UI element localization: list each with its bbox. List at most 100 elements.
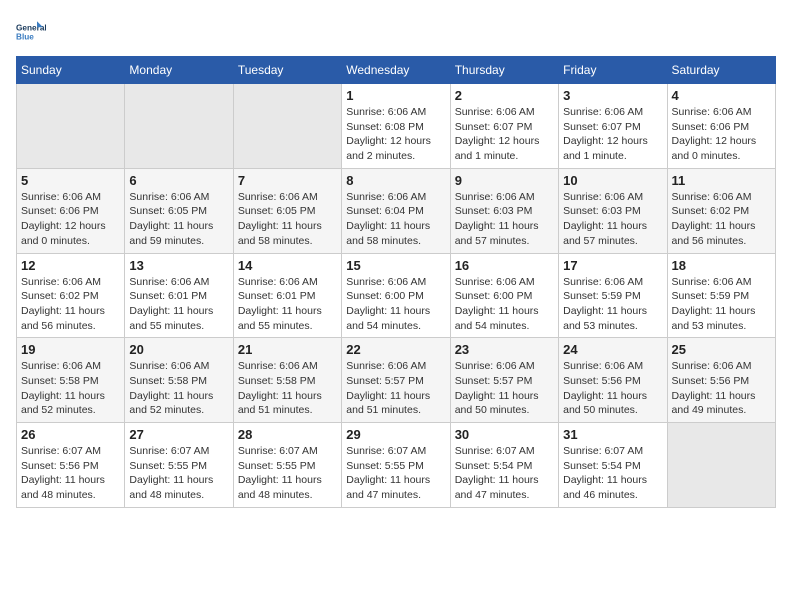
day-cell: 1 Sunrise: 6:06 AM Sunset: 6:08 PM Daylig…: [342, 84, 450, 169]
day-cell: [17, 84, 125, 169]
day-number: 15: [346, 258, 445, 273]
day-cell: 18 Sunrise: 6:06 AM Sunset: 5:59 PM Dayli…: [667, 253, 775, 338]
day-cell: 11 Sunrise: 6:06 AM Sunset: 6:02 PM Dayli…: [667, 168, 775, 253]
header: General Blue: [16, 16, 776, 46]
week-row-5: 26Sunrise: 6:07 AM Sunset: 5:56 PM Dayli…: [17, 423, 776, 508]
day-info: Sunrise: 6:06 AM Sunset: 6:06 PM Dayligh…: [672, 105, 771, 164]
logo-icon: General Blue: [16, 16, 46, 46]
day-number: 8: [346, 173, 445, 188]
day-cell: 29 Sunrise: 6:07 AM Sunset: 5:55 PM Dayli…: [342, 423, 450, 508]
day-number: 23: [455, 342, 554, 357]
day-cell: 30Sunrise: 6:07 AM Sunset: 5:54 PM Dayli…: [450, 423, 558, 508]
day-info: Sunrise: 6:06 AM Sunset: 5:57 PM Dayligh…: [346, 359, 445, 418]
day-info: Sunrise: 6:06 AM Sunset: 6:04 PM Dayligh…: [346, 190, 445, 249]
day-number: 3: [563, 88, 662, 103]
day-cell: 14 Sunrise: 6:06 AM Sunset: 6:01 PM Dayli…: [233, 253, 341, 338]
day-number: 29: [346, 427, 445, 442]
day-cell: [233, 84, 341, 169]
day-info: Sunrise: 6:06 AM Sunset: 6:08 PM Dayligh…: [346, 105, 445, 164]
day-info: Sunrise: 6:06 AM Sunset: 6:05 PM Dayligh…: [238, 190, 337, 249]
day-info: Sunrise: 6:06 AM Sunset: 6:07 PM Dayligh…: [455, 105, 554, 164]
day-info: Sunrise: 6:06 AM Sunset: 6:01 PM Dayligh…: [129, 275, 228, 334]
day-info: Sunrise: 6:06 AM Sunset: 6:00 PM Dayligh…: [346, 275, 445, 334]
day-cell: 31Sunrise: 6:07 AM Sunset: 5:54 PM Dayli…: [559, 423, 667, 508]
day-cell: 5Sunrise: 6:06 AM Sunset: 6:06 PM Daylig…: [17, 168, 125, 253]
day-number: 4: [672, 88, 771, 103]
day-number: 17: [563, 258, 662, 273]
weekday-header-tuesday: Tuesday: [233, 57, 341, 84]
day-number: 27: [129, 427, 228, 442]
day-cell: 8 Sunrise: 6:06 AM Sunset: 6:04 PM Daylig…: [342, 168, 450, 253]
day-info: Sunrise: 6:07 AM Sunset: 5:55 PM Dayligh…: [238, 444, 337, 503]
week-row-3: 12Sunrise: 6:06 AM Sunset: 6:02 PM Dayli…: [17, 253, 776, 338]
day-number: 18: [672, 258, 771, 273]
day-info: Sunrise: 6:06 AM Sunset: 6:07 PM Dayligh…: [563, 105, 662, 164]
day-number: 20: [129, 342, 228, 357]
day-info: Sunrise: 6:06 AM Sunset: 5:56 PM Dayligh…: [672, 359, 771, 418]
weekday-header-thursday: Thursday: [450, 57, 558, 84]
day-number: 6: [129, 173, 228, 188]
day-info: Sunrise: 6:06 AM Sunset: 6:01 PM Dayligh…: [238, 275, 337, 334]
week-row-2: 5Sunrise: 6:06 AM Sunset: 6:06 PM Daylig…: [17, 168, 776, 253]
day-cell: 17Sunrise: 6:06 AM Sunset: 5:59 PM Dayli…: [559, 253, 667, 338]
day-cell: 19 Sunrise: 6:06 AM Sunset: 5:58 PM Dayli…: [17, 338, 125, 423]
day-cell: 23 Sunrise: 6:06 AM Sunset: 5:57 PM Dayli…: [450, 338, 558, 423]
day-number: 11: [672, 173, 771, 188]
day-info: Sunrise: 6:06 AM Sunset: 5:57 PM Dayligh…: [455, 359, 554, 418]
day-info: Sunrise: 6:06 AM Sunset: 6:03 PM Dayligh…: [455, 190, 554, 249]
weekday-header-row: SundayMondayTuesdayWednesdayThursdayFrid…: [17, 57, 776, 84]
day-number: 22: [346, 342, 445, 357]
day-cell: 27Sunrise: 6:07 AM Sunset: 5:55 PM Dayli…: [125, 423, 233, 508]
day-info: Sunrise: 6:06 AM Sunset: 6:00 PM Dayligh…: [455, 275, 554, 334]
day-cell: 26Sunrise: 6:07 AM Sunset: 5:56 PM Dayli…: [17, 423, 125, 508]
day-number: 2: [455, 88, 554, 103]
weekday-header-sunday: Sunday: [17, 57, 125, 84]
day-cell: 21 Sunrise: 6:06 AM Sunset: 5:58 PM Dayli…: [233, 338, 341, 423]
day-number: 12: [21, 258, 120, 273]
week-row-4: 19 Sunrise: 6:06 AM Sunset: 5:58 PM Dayli…: [17, 338, 776, 423]
day-info: Sunrise: 6:06 AM Sunset: 5:58 PM Dayligh…: [238, 359, 337, 418]
day-number: 5: [21, 173, 120, 188]
day-number: 19: [21, 342, 120, 357]
day-info: Sunrise: 6:06 AM Sunset: 5:59 PM Dayligh…: [672, 275, 771, 334]
day-info: Sunrise: 6:06 AM Sunset: 6:02 PM Dayligh…: [672, 190, 771, 249]
day-cell: 10Sunrise: 6:06 AM Sunset: 6:03 PM Dayli…: [559, 168, 667, 253]
day-cell: 22 Sunrise: 6:06 AM Sunset: 5:57 PM Dayli…: [342, 338, 450, 423]
day-cell: 2 Sunrise: 6:06 AM Sunset: 6:07 PM Daylig…: [450, 84, 558, 169]
day-number: 14: [238, 258, 337, 273]
day-cell: 24 Sunrise: 6:06 AM Sunset: 5:56 PM Dayli…: [559, 338, 667, 423]
day-cell: 7 Sunrise: 6:06 AM Sunset: 6:05 PM Daylig…: [233, 168, 341, 253]
day-info: Sunrise: 6:06 AM Sunset: 5:58 PM Dayligh…: [129, 359, 228, 418]
day-number: 1: [346, 88, 445, 103]
day-number: 25: [672, 342, 771, 357]
day-cell: 20 Sunrise: 6:06 AM Sunset: 5:58 PM Dayli…: [125, 338, 233, 423]
day-cell: 16 Sunrise: 6:06 AM Sunset: 6:00 PM Dayli…: [450, 253, 558, 338]
day-info: Sunrise: 6:06 AM Sunset: 6:05 PM Dayligh…: [129, 190, 228, 249]
weekday-header-saturday: Saturday: [667, 57, 775, 84]
day-number: 24: [563, 342, 662, 357]
day-number: 31: [563, 427, 662, 442]
day-info: Sunrise: 6:07 AM Sunset: 5:55 PM Dayligh…: [346, 444, 445, 503]
day-cell: 28 Sunrise: 6:07 AM Sunset: 5:55 PM Dayli…: [233, 423, 341, 508]
day-number: 28: [238, 427, 337, 442]
day-cell: 12Sunrise: 6:06 AM Sunset: 6:02 PM Dayli…: [17, 253, 125, 338]
day-number: 21: [238, 342, 337, 357]
svg-text:Blue: Blue: [16, 32, 34, 41]
calendar: SundayMondayTuesdayWednesdayThursdayFrid…: [16, 56, 776, 508]
day-cell: [667, 423, 775, 508]
weekday-header-wednesday: Wednesday: [342, 57, 450, 84]
day-number: 16: [455, 258, 554, 273]
day-number: 13: [129, 258, 228, 273]
svg-text:General: General: [16, 23, 46, 32]
day-number: 26: [21, 427, 120, 442]
day-number: 30: [455, 427, 554, 442]
day-number: 7: [238, 173, 337, 188]
day-info: Sunrise: 6:06 AM Sunset: 5:58 PM Dayligh…: [21, 359, 120, 418]
week-row-1: 1 Sunrise: 6:06 AM Sunset: 6:08 PM Daylig…: [17, 84, 776, 169]
day-cell: 25 Sunrise: 6:06 AM Sunset: 5:56 PM Dayli…: [667, 338, 775, 423]
logo: General Blue: [16, 16, 46, 46]
day-cell: 4 Sunrise: 6:06 AM Sunset: 6:06 PM Daylig…: [667, 84, 775, 169]
day-info: Sunrise: 6:06 AM Sunset: 5:56 PM Dayligh…: [563, 359, 662, 418]
day-number: 9: [455, 173, 554, 188]
day-cell: 13 Sunrise: 6:06 AM Sunset: 6:01 PM Dayli…: [125, 253, 233, 338]
